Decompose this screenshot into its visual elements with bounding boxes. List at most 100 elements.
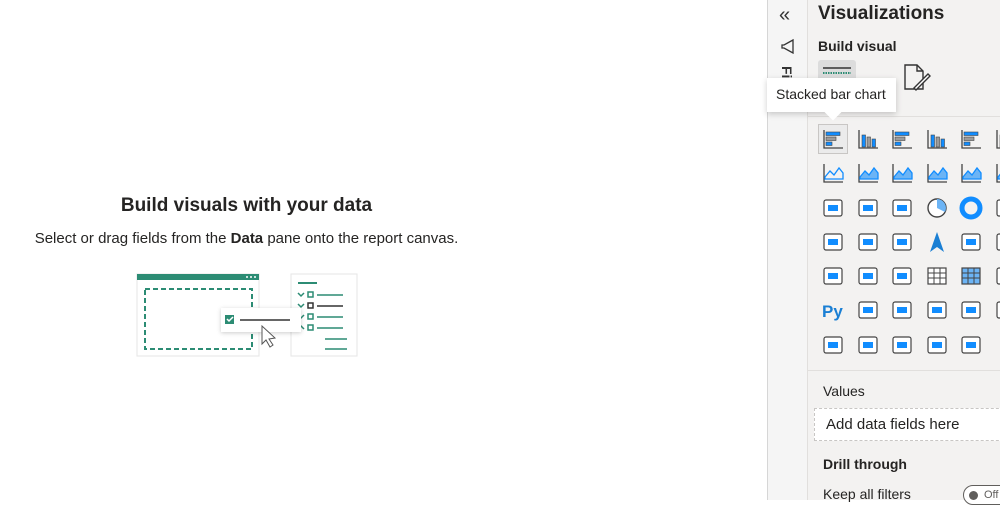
scatter-chart-icon xyxy=(890,196,914,220)
visual-clustered-bar-chart[interactable] xyxy=(887,124,917,154)
svg-text:Py: Py xyxy=(822,302,843,321)
format-visual-icon[interactable] xyxy=(902,63,932,93)
power-bi-goals-icon xyxy=(959,333,983,357)
visual-stacked-bar-chart[interactable] xyxy=(818,124,848,154)
visual-matrix[interactable] xyxy=(956,261,986,291)
python-visual-icon: Py xyxy=(821,298,845,322)
report-canvas[interactable]: Build visuals with your data Select or d… xyxy=(0,0,767,500)
stacked-area-chart-icon xyxy=(890,161,914,185)
matrix-icon xyxy=(959,264,983,288)
visual-donut-chart[interactable] xyxy=(956,193,986,223)
100-stacked-bar-chart-icon xyxy=(959,127,983,151)
visual-stacked-column-chart[interactable] xyxy=(853,124,883,154)
shape-map-icon xyxy=(890,230,914,254)
arcgis-icon xyxy=(925,333,949,357)
clustered-column-chart-icon xyxy=(925,127,949,151)
visual-table[interactable] xyxy=(922,261,952,291)
line-and-stacked-column-chart-icon xyxy=(925,161,949,185)
empty-state-subtitle: Select or drag fields from the Data pane… xyxy=(0,230,493,247)
divider xyxy=(808,370,1000,371)
visual-metrics[interactable] xyxy=(991,295,1000,325)
visual-gallery: Py ··· xyxy=(818,124,1000,364)
ribbon-chart-icon xyxy=(994,161,1000,185)
pie-chart-icon xyxy=(925,196,949,220)
visual-line-chart[interactable] xyxy=(818,158,848,188)
100-stacked-column-chart-icon xyxy=(994,127,1000,151)
collapse-pane-icon[interactable]: « xyxy=(779,4,790,27)
donut-chart-icon xyxy=(959,196,983,220)
visual-filled-map[interactable] xyxy=(853,227,883,257)
visual-ribbon-chart[interactable] xyxy=(991,158,1000,188)
visual-funnel[interactable] xyxy=(853,193,883,223)
metrics-icon xyxy=(994,298,1000,322)
visual-smart-narrative[interactable] xyxy=(956,295,986,325)
visual-shape-map[interactable] xyxy=(887,227,917,257)
visual-pie-chart[interactable] xyxy=(922,193,952,223)
visual-line-and-stacked-column-chart[interactable] xyxy=(922,158,952,188)
visual-scatter-chart[interactable] xyxy=(887,193,917,223)
values-drop-zone[interactable]: Add data fields here xyxy=(814,408,1000,441)
decomposition-tree-icon xyxy=(890,298,914,322)
visual-paginated-report[interactable] xyxy=(818,330,848,360)
build-visual-illustration xyxy=(135,270,360,360)
filled-map-icon xyxy=(856,230,880,254)
visual-multi-row-card[interactable] xyxy=(818,261,848,291)
table-icon xyxy=(925,264,949,288)
empty-state-title: Build visuals with your data xyxy=(0,195,493,217)
visual-azure-map[interactable] xyxy=(922,227,952,257)
visual-power-bi-goals[interactable] xyxy=(956,330,986,360)
card-icon xyxy=(994,230,1000,254)
build-visual-label: Build visual xyxy=(818,38,897,54)
stacked-bar-chart-icon xyxy=(821,127,845,151)
slicer-icon xyxy=(890,264,914,288)
more-visuals-icon: ··· xyxy=(994,333,1000,357)
visual-area-chart[interactable] xyxy=(853,158,883,188)
stacked-column-chart-icon xyxy=(856,127,880,151)
line-chart-icon xyxy=(821,161,845,185)
power-apps-icon xyxy=(856,333,880,357)
smart-narrative-icon xyxy=(959,298,983,322)
clustered-bar-chart-icon xyxy=(890,127,914,151)
megaphone-icon[interactable] xyxy=(780,38,796,54)
power-automate-icon xyxy=(890,333,914,357)
visual-100-stacked-column-chart[interactable] xyxy=(991,124,1000,154)
visual-more-visuals[interactable]: ··· xyxy=(991,330,1000,360)
qna-icon xyxy=(925,298,949,322)
visual-waterfall-chart[interactable] xyxy=(818,193,848,223)
visual-treemap[interactable] xyxy=(991,193,1000,223)
visual-power-automate[interactable] xyxy=(887,330,917,360)
map-icon xyxy=(821,230,845,254)
paginated-report-icon xyxy=(821,333,845,357)
visual-python-visual[interactable]: Py xyxy=(818,295,848,325)
visual-arcgis[interactable] xyxy=(922,330,952,360)
pane-title: Visualizations xyxy=(818,3,944,25)
line-and-clustered-column-chart-icon xyxy=(959,161,983,185)
visual-kpi[interactable] xyxy=(853,261,883,291)
visual-r-visual[interactable] xyxy=(991,261,1000,291)
funnel-icon xyxy=(856,196,880,220)
drill-through-heading: Drill through xyxy=(823,456,907,472)
gauge-icon xyxy=(959,230,983,254)
visual-decomposition-tree[interactable] xyxy=(887,295,917,325)
visual-qna[interactable] xyxy=(922,295,952,325)
visual-key-influencers[interactable] xyxy=(853,295,883,325)
visual-stacked-area-chart[interactable] xyxy=(887,158,917,188)
visual-100-stacked-bar-chart[interactable] xyxy=(956,124,986,154)
key-influencers-icon xyxy=(856,298,880,322)
r-visual-icon xyxy=(994,264,1000,288)
tooltip: Stacked bar chart xyxy=(767,78,896,112)
visual-clustered-column-chart[interactable] xyxy=(922,124,952,154)
keep-all-filters-toggle[interactable]: Off xyxy=(963,485,1000,505)
visual-slicer[interactable] xyxy=(887,261,917,291)
waterfall-chart-icon xyxy=(821,196,845,220)
visual-power-apps[interactable] xyxy=(853,330,883,360)
treemap-icon xyxy=(994,196,1000,220)
visual-map[interactable] xyxy=(818,227,848,257)
visual-gauge[interactable] xyxy=(956,227,986,257)
visual-card[interactable] xyxy=(991,227,1000,257)
values-label: Values xyxy=(823,383,865,399)
kpi-icon xyxy=(856,264,880,288)
visual-line-and-clustered-column-chart[interactable] xyxy=(956,158,986,188)
multi-row-card-icon xyxy=(821,264,845,288)
area-chart-icon xyxy=(856,161,880,185)
